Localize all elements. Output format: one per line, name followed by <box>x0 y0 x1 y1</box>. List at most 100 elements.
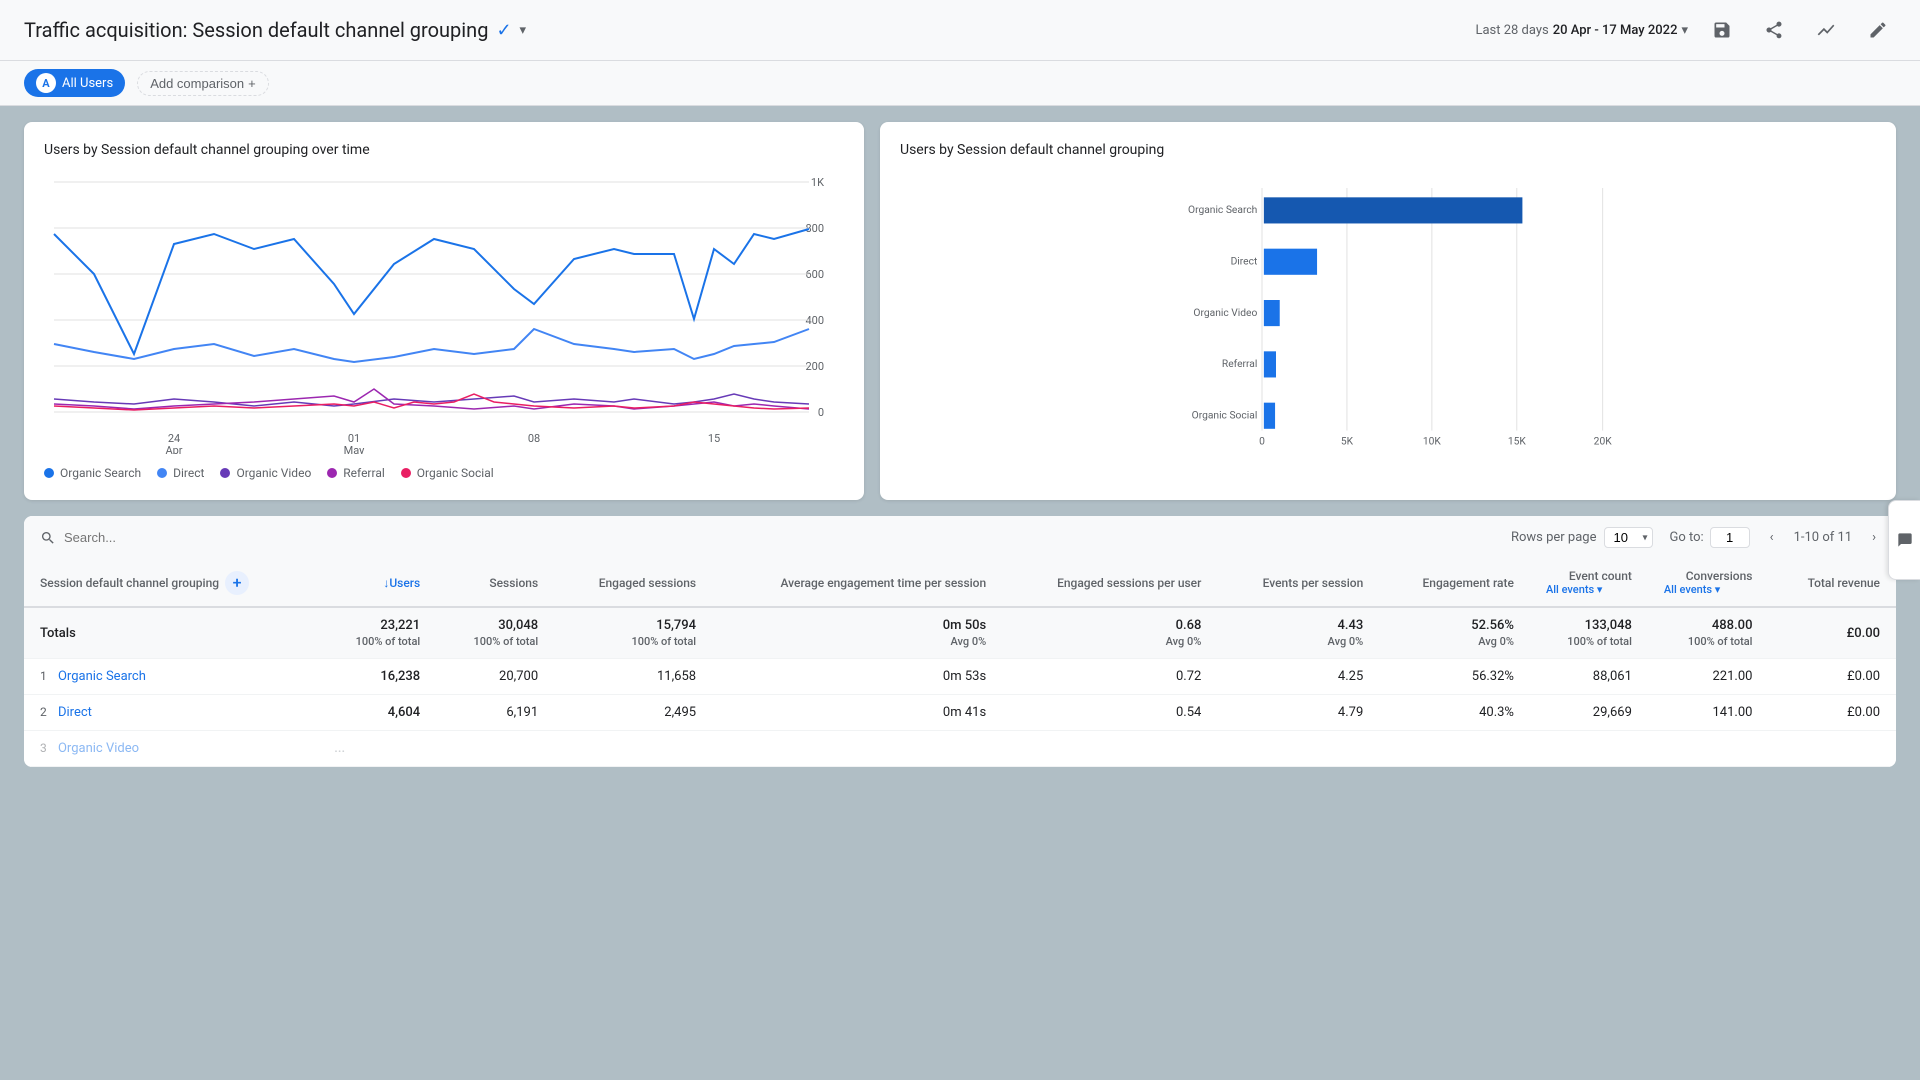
col-header-event-count[interactable]: Event count All events ▾ <box>1530 559 1648 607</box>
legend-dot-organic-social <box>401 468 411 478</box>
legend-dot-organic-video <box>220 468 230 478</box>
row-2-revenue: £0.00 <box>1768 695 1896 731</box>
row-1-events-per-session: 4.25 <box>1217 659 1379 695</box>
row-1-event-count: 88,061 <box>1530 659 1648 695</box>
row-2-name[interactable]: Direct <box>58 705 92 720</box>
goto-input[interactable] <box>1710 527 1750 548</box>
row-1-name[interactable]: Organic Search <box>58 669 146 684</box>
charts-row: Users by Session default channel groupin… <box>24 122 1896 500</box>
add-icon: + <box>248 76 256 91</box>
bar-direct <box>1264 249 1317 275</box>
table-row: 3 Organic Video ... <box>24 731 1896 767</box>
svg-text:0: 0 <box>818 406 824 419</box>
row-2-events-per-session: 4.79 <box>1217 695 1379 731</box>
date-range-value: 20 Apr - 17 May 2022 <box>1553 23 1678 38</box>
row-1-users: 16,238 <box>318 659 436 695</box>
totals-events-per-session: 4.43 Avg 0% <box>1217 607 1379 659</box>
totals-row: Totals 23,221 100% of total 30,048 100% … <box>24 607 1896 659</box>
header: Traffic acquisition: Session default cha… <box>0 0 1920 61</box>
col-header-engaged-sessions[interactable]: Engaged sessions <box>554 559 712 607</box>
event-count-all-events-link[interactable]: All events ▾ <box>1546 583 1632 596</box>
row-2-users: 4,604 <box>318 695 436 731</box>
svg-text:08: 08 <box>528 432 540 445</box>
chart-legend: Organic Search Direct Organic Video Refe… <box>44 466 844 480</box>
feedback-icon <box>1897 532 1913 548</box>
data-table-panel: Rows per page 10 25 50 Go to: ‹ 1-10 of … <box>24 516 1896 767</box>
bar-chart-svg: Organic Search Direct Organic Video Refe… <box>900 174 1876 454</box>
line-chart-panel: Users by Session default channel groupin… <box>24 122 864 500</box>
totals-users: 23,221 100% of total <box>318 607 436 659</box>
date-range-label: Last 28 days <box>1475 23 1548 38</box>
rows-per-page-label: Rows per page <box>1511 530 1597 545</box>
rows-select-wrapper: 10 25 50 <box>1604 527 1653 548</box>
table-row: 2 Direct 4,604 6,191 2,495 0m 41s 0.54 4… <box>24 695 1896 731</box>
row-2-conversions: 141.00 <box>1648 695 1769 731</box>
svg-text:Apr: Apr <box>165 444 182 454</box>
svg-text:0: 0 <box>1259 435 1265 448</box>
conversions-all-events-link[interactable]: All events ▾ <box>1664 583 1753 596</box>
bar-chart-title: Users by Session default channel groupin… <box>900 142 1876 158</box>
row-1-channel: 1 Organic Search <box>24 659 318 695</box>
all-users-badge[interactable]: A All Users <box>24 69 125 97</box>
col-header-engagement-rate[interactable]: Engagement rate <box>1379 559 1530 607</box>
date-range-dropdown-icon: ▾ <box>1681 23 1688 38</box>
add-column-button[interactable]: + <box>225 571 249 595</box>
goto-label: Go to: <box>1669 530 1703 545</box>
feedback-button[interactable] <box>1888 500 1920 580</box>
legend-referral: Referral <box>327 466 385 480</box>
row-3-channel: 3 Organic Video <box>24 731 318 767</box>
date-range-selector[interactable]: Last 28 days 20 Apr - 17 May 2022 ▾ <box>1475 23 1688 38</box>
row-2-engaged-per-user: 0.54 <box>1002 695 1217 731</box>
totals-sessions: 30,048 100% of total <box>436 607 554 659</box>
totals-label: Totals <box>24 607 318 659</box>
page-title: Traffic acquisition: Session default cha… <box>24 18 488 42</box>
bar-organic-search <box>1264 197 1523 223</box>
col-header-users[interactable]: ↓Users <box>318 559 436 607</box>
bar-organic-social <box>1264 403 1275 429</box>
row-1-avg-engagement: 0m 53s <box>712 659 1002 695</box>
col-header-conversions[interactable]: Conversions All events ▾ <box>1648 559 1769 607</box>
pagination-prev-button[interactable]: ‹ <box>1766 526 1778 549</box>
data-table: Session default channel grouping + ↓User… <box>24 559 1896 767</box>
col-header-avg-engagement[interactable]: Average engagement time per session <box>712 559 1002 607</box>
row-2-channel: 2 Direct <box>24 695 318 731</box>
legend-direct: Direct <box>157 466 204 480</box>
svg-text:May: May <box>344 444 366 454</box>
save-report-button[interactable] <box>1704 12 1740 48</box>
legend-dot-referral <box>327 468 337 478</box>
svg-text:10K: 10K <box>1423 435 1442 448</box>
row-1-engaged-per-user: 0.72 <box>1002 659 1217 695</box>
col-header-events-per-session[interactable]: Events per session <box>1217 559 1379 607</box>
rows-per-page: Rows per page 10 25 50 <box>1511 527 1654 548</box>
row-2-event-count: 29,669 <box>1530 695 1648 731</box>
col-header-sessions[interactable]: Sessions <box>436 559 554 607</box>
edit-button[interactable] <box>1860 12 1896 48</box>
svg-text:5K: 5K <box>1341 435 1354 448</box>
svg-text:1K: 1K <box>811 176 824 189</box>
verified-icon: ✓ <box>496 20 511 41</box>
svg-text:15K: 15K <box>1508 435 1527 448</box>
pagination-next-button[interactable]: › <box>1868 526 1880 549</box>
share-button[interactable] <box>1756 12 1792 48</box>
search-input[interactable] <box>64 530 264 545</box>
row-1-sessions: 20,700 <box>436 659 554 695</box>
col-header-revenue[interactable]: Total revenue <box>1768 559 1896 607</box>
search-box <box>40 530 264 546</box>
bar-organic-video <box>1264 300 1280 326</box>
row-1-engaged-sessions: 11,658 <box>554 659 712 695</box>
table-header-row: Session default channel grouping + ↓User… <box>24 559 1896 607</box>
title-dropdown-icon[interactable]: ▾ <box>520 23 527 38</box>
totals-avg-engagement: 0m 50s Avg 0% <box>712 607 1002 659</box>
customize-button[interactable] <box>1808 12 1844 48</box>
rows-per-page-select[interactable]: 10 25 50 <box>1604 527 1653 548</box>
add-comparison-button[interactable]: Add comparison + <box>137 71 269 96</box>
row-3-name[interactable]: Organic Video <box>58 741 139 756</box>
legend-organic-search: Organic Search <box>44 466 141 480</box>
all-users-label: All Users <box>62 76 113 91</box>
row-1-revenue: £0.00 <box>1768 659 1896 695</box>
col-header-engaged-per-user[interactable]: Engaged sessions per user <box>1002 559 1217 607</box>
totals-engaged-per-user: 0.68 Avg 0% <box>1002 607 1217 659</box>
legend-organic-social: Organic Social <box>401 466 494 480</box>
pagination-text: 1-10 of 11 <box>1794 530 1853 545</box>
row-2-engagement-rate: 40.3% <box>1379 695 1530 731</box>
